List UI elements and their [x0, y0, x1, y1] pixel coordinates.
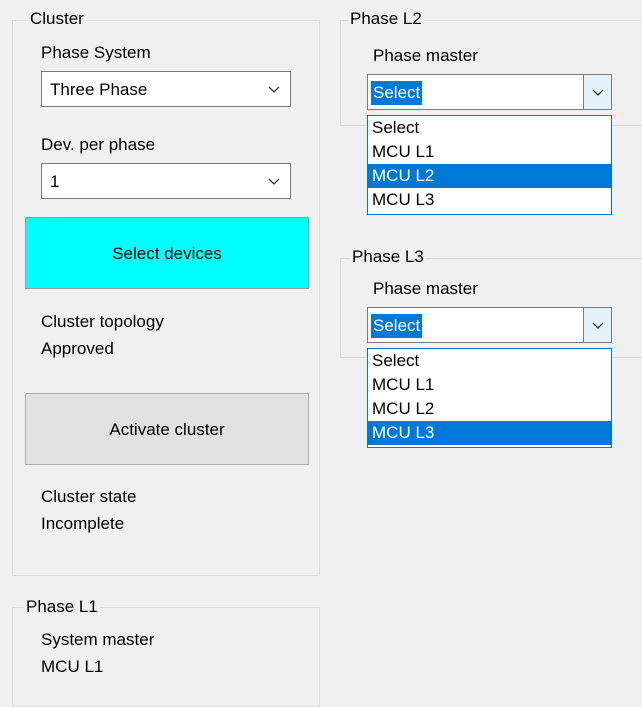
phase-l1-title: Phase L1: [24, 597, 100, 616]
activate-cluster-button[interactable]: Activate cluster: [25, 393, 309, 465]
phase-system-select[interactable]: Three Phase: [41, 71, 291, 107]
phase-l3-option-highlighted[interactable]: MCU L3: [368, 421, 611, 445]
chevron-down-icon: [592, 89, 604, 96]
cluster-state-value: Incomplete: [41, 514, 125, 533]
phase-system-label: Phase System: [41, 43, 151, 62]
phase-l3-option[interactable]: MCU L2: [368, 397, 611, 421]
chevron-down-icon: [592, 322, 604, 329]
dev-per-phase-value: 1: [50, 172, 60, 191]
phase-l2-option-highlighted[interactable]: MCU L2: [368, 164, 611, 188]
phase-l3-option[interactable]: Select: [368, 349, 611, 373]
cluster-group-title: Cluster: [28, 9, 86, 28]
chevron-down-icon: [268, 178, 280, 185]
phase-l3-master-select[interactable]: Select: [367, 307, 612, 343]
phase-l2-master-label: Phase master: [373, 46, 478, 65]
phase-l2-option[interactable]: MCU L3: [368, 188, 611, 212]
dev-per-phase-select[interactable]: 1: [41, 163, 291, 199]
system-master-label: System master: [41, 630, 155, 649]
system-master-value: MCU L1: [41, 657, 104, 676]
cluster-state-label: Cluster state: [41, 487, 137, 506]
phase-l2-dropdown-list: Select MCU L1 MCU L2 MCU L3: [367, 115, 612, 215]
phase-l2-title: Phase L2: [348, 9, 424, 28]
phase-l2-dropdown-button[interactable]: [583, 75, 611, 109]
cluster-topology-value: Approved: [41, 339, 114, 358]
phase-l2-selected-value: Select: [371, 81, 423, 105]
phase-l2-group: [340, 20, 642, 126]
phase-l3-title: Phase L3: [350, 247, 426, 266]
select-devices-button[interactable]: Select devices: [25, 217, 309, 289]
cluster-topology-label: Cluster topology: [41, 312, 164, 331]
phase-l3-option[interactable]: MCU L1: [368, 373, 611, 397]
phase-l3-dropdown-list: Select MCU L1 MCU L2 MCU L3: [367, 348, 612, 448]
phase-l3-master-label: Phase master: [373, 279, 478, 298]
chevron-down-icon: [268, 86, 280, 93]
phase-system-value: Three Phase: [50, 80, 148, 99]
dev-per-phase-label: Dev. per phase: [41, 135, 156, 154]
phase-l3-selected-value: Select: [371, 314, 423, 338]
phase-l3-dropdown-button[interactable]: [583, 308, 611, 342]
phase-l2-option[interactable]: MCU L1: [368, 140, 611, 164]
phase-l2-option[interactable]: Select: [368, 116, 611, 140]
phase-l2-master-select[interactable]: Select: [367, 74, 612, 110]
